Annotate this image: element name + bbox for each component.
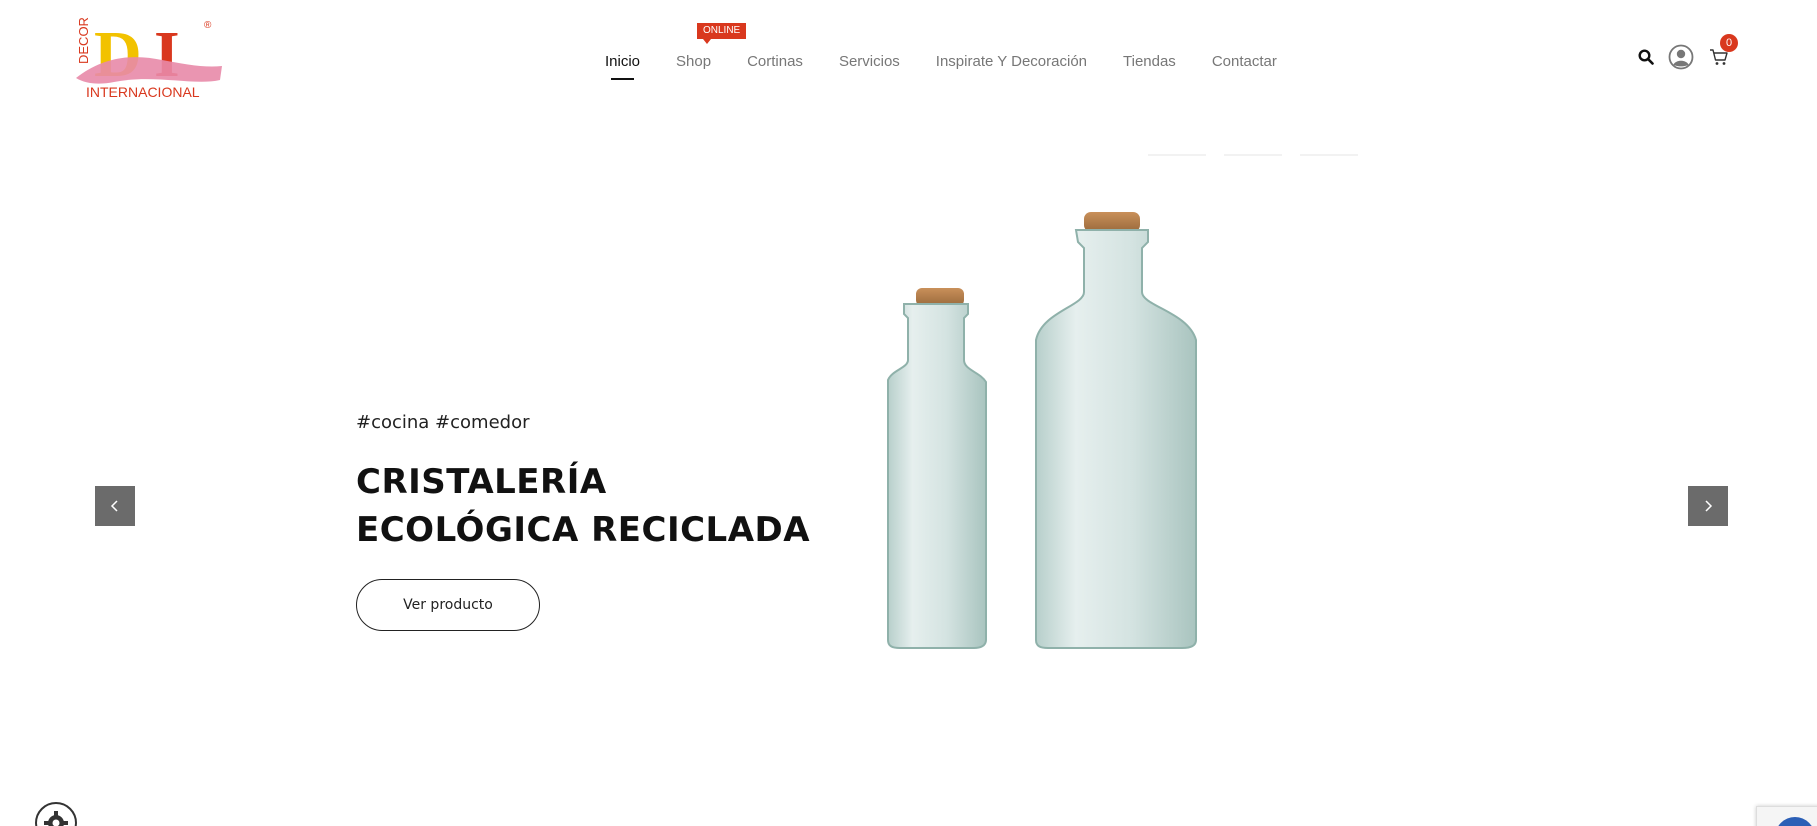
glass-bottles-image xyxy=(870,200,1220,660)
cart-button[interactable]: 0 xyxy=(1708,34,1738,68)
hero-title: CRISTALERÍA ECOLÓGICA RECICLADA xyxy=(356,458,810,554)
chevron-right-icon xyxy=(1705,500,1713,512)
nav-item-tiendas[interactable]: Tiendas xyxy=(1123,53,1176,70)
slider-next-button[interactable] xyxy=(1688,486,1728,526)
nav-item-inicio[interactable]: Inicio xyxy=(605,53,640,80)
hero-tags: #cocina #comedor xyxy=(356,412,530,433)
svg-text:INTERNACIONAL: INTERNACIONAL xyxy=(86,84,200,100)
hero-title-line1: CRISTALERÍA xyxy=(356,462,607,502)
nav-item-cortinas[interactable]: Cortinas xyxy=(747,53,803,70)
slider-dot[interactable] xyxy=(1148,154,1206,156)
chevron-left-icon xyxy=(110,500,118,512)
slider-dot[interactable] xyxy=(1224,154,1282,156)
slider-dot[interactable] xyxy=(1300,154,1358,156)
recaptcha-icon xyxy=(1775,817,1815,826)
nav-item-contactar[interactable]: Contactar xyxy=(1212,53,1277,70)
cart-count-badge: 0 xyxy=(1720,34,1738,52)
slider-dots xyxy=(1148,154,1376,156)
view-product-button[interactable]: Ver producto xyxy=(356,579,540,631)
nav-item-inspirate[interactable]: Inspirate Y Decoración xyxy=(936,53,1087,70)
main-nav: Inicio Shop Cortinas Servicios Inspirate… xyxy=(605,46,1277,80)
hero-title-line2: ECOLÓGICA RECICLADA xyxy=(356,510,811,550)
recaptcha-badge[interactable] xyxy=(1756,806,1817,826)
nav-item-servicios[interactable]: Servicios xyxy=(839,53,900,70)
shop-online-badge: ONLINE xyxy=(697,23,747,44)
svg-text:®: ® xyxy=(204,20,212,31)
cookie-settings-button[interactable] xyxy=(35,802,77,826)
nav-item-shop[interactable]: Shop xyxy=(676,53,711,70)
gear-icon xyxy=(44,811,68,826)
svg-text:DECOR: DECOR xyxy=(76,17,91,64)
search-icon[interactable] xyxy=(1636,47,1656,67)
header-actions: 0 xyxy=(1636,34,1738,72)
slider-prev-button[interactable] xyxy=(95,486,135,526)
user-icon[interactable] xyxy=(1668,44,1694,70)
site-logo[interactable]: D I DECOR INTERNACIONAL ® xyxy=(74,16,226,102)
